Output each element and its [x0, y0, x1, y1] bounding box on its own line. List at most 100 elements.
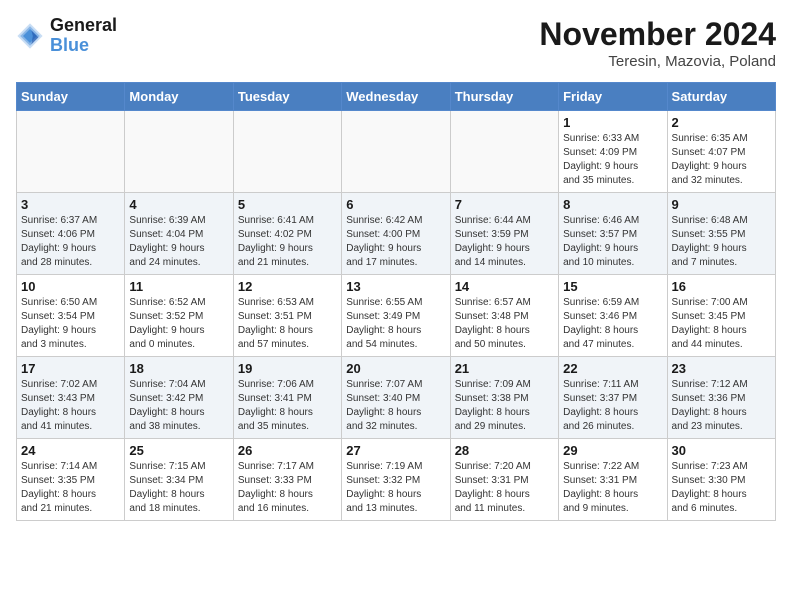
day-number: 3	[21, 197, 120, 212]
calendar-cell: 26 Sunrise: 7:17 AM Sunset: 3:33 PM Dayli…	[233, 439, 341, 521]
day-number: 10	[21, 279, 120, 294]
day-info: Sunrise: 7:00 AM Sunset: 3:45 PM Dayligh…	[672, 296, 771, 352]
calendar-cell: 12 Sunrise: 6:53 AM Sunset: 3:51 PM Dayli…	[233, 275, 341, 357]
day-info: Sunrise: 7:20 AM Sunset: 3:31 PM Dayligh…	[455, 460, 554, 516]
day-number: 4	[129, 197, 228, 212]
calendar-body: 1 Sunrise: 6:33 AM Sunset: 4:09 PM Daylig…	[17, 111, 776, 521]
day-number: 20	[346, 361, 445, 376]
weekday-header: Monday	[125, 83, 233, 111]
day-info: Sunrise: 6:53 AM Sunset: 3:51 PM Dayligh…	[238, 296, 337, 352]
weekday-header: Friday	[559, 83, 667, 111]
calendar-cell: 27 Sunrise: 7:19 AM Sunset: 3:32 PM Dayli…	[342, 439, 450, 521]
day-number: 13	[346, 279, 445, 294]
day-info: Sunrise: 6:33 AM Sunset: 4:09 PM Dayligh…	[563, 132, 662, 188]
calendar-cell: 4Sunrise: 6:39 AM Sunset: 4:04 PM Daylig…	[125, 193, 233, 275]
day-number: 2	[672, 115, 771, 130]
calendar-cell: 23 Sunrise: 7:12 AM Sunset: 3:36 PM Dayli…	[667, 357, 775, 439]
day-number: 14	[455, 279, 554, 294]
day-info: Sunrise: 6:59 AM Sunset: 3:46 PM Dayligh…	[563, 296, 662, 352]
day-info: Sunrise: 6:42 AM Sunset: 4:00 PM Dayligh…	[346, 214, 445, 270]
calendar-cell: 25Sunrise: 7:15 AM Sunset: 3:34 PM Dayli…	[125, 439, 233, 521]
calendar-cell: 11Sunrise: 6:52 AM Sunset: 3:52 PM Dayli…	[125, 275, 233, 357]
day-info: Sunrise: 7:17 AM Sunset: 3:33 PM Dayligh…	[238, 460, 337, 516]
calendar-cell: 19Sunrise: 7:06 AM Sunset: 3:41 PM Dayli…	[233, 357, 341, 439]
day-info: Sunrise: 7:04 AM Sunset: 3:42 PM Dayligh…	[129, 378, 228, 434]
day-number: 24	[21, 443, 120, 458]
day-number: 30	[672, 443, 771, 458]
day-number: 17	[21, 361, 120, 376]
day-info: Sunrise: 6:35 AM Sunset: 4:07 PM Dayligh…	[672, 132, 771, 188]
day-info: Sunrise: 6:57 AM Sunset: 3:48 PM Dayligh…	[455, 296, 554, 352]
day-number: 12	[238, 279, 337, 294]
calendar-cell: 3Sunrise: 6:37 AM Sunset: 4:06 PM Daylig…	[17, 193, 125, 275]
day-number: 6	[346, 197, 445, 212]
calendar-cell: 28 Sunrise: 7:20 AM Sunset: 3:31 PM Dayli…	[450, 439, 558, 521]
calendar-cell: 14 Sunrise: 6:57 AM Sunset: 3:48 PM Dayli…	[450, 275, 558, 357]
logo-line2: Blue	[50, 36, 117, 56]
calendar-cell: 7Sunrise: 6:44 AM Sunset: 3:59 PM Daylig…	[450, 193, 558, 275]
calendar-cell: 21Sunrise: 7:09 AM Sunset: 3:38 PM Dayli…	[450, 357, 558, 439]
day-info: Sunrise: 7:19 AM Sunset: 3:32 PM Dayligh…	[346, 460, 445, 516]
day-number: 26	[238, 443, 337, 458]
logo: General Blue	[16, 16, 117, 56]
day-info: Sunrise: 6:48 AM Sunset: 3:55 PM Dayligh…	[672, 214, 771, 270]
day-info: Sunrise: 6:50 AM Sunset: 3:54 PM Dayligh…	[21, 296, 120, 352]
day-number: 27	[346, 443, 445, 458]
calendar-cell	[450, 111, 558, 193]
calendar-cell: 22Sunrise: 7:11 AM Sunset: 3:37 PM Dayli…	[559, 357, 667, 439]
month-title: November 2024	[539, 16, 776, 53]
calendar-cell: 18 Sunrise: 7:04 AM Sunset: 3:42 PM Dayli…	[125, 357, 233, 439]
day-number: 7	[455, 197, 554, 212]
calendar-header-row: SundayMondayTuesdayWednesdayThursdayFrid…	[17, 83, 776, 111]
weekday-header: Thursday	[450, 83, 558, 111]
day-number: 16	[672, 279, 771, 294]
calendar-cell	[17, 111, 125, 193]
day-number: 5	[238, 197, 337, 212]
calendar-cell: 13Sunrise: 6:55 AM Sunset: 3:49 PM Dayli…	[342, 275, 450, 357]
calendar-cell: 5 Sunrise: 6:41 AM Sunset: 4:02 PM Daylig…	[233, 193, 341, 275]
logo-icon	[16, 22, 44, 50]
calendar-cell: 1 Sunrise: 6:33 AM Sunset: 4:09 PM Daylig…	[559, 111, 667, 193]
calendar-week-row: 3Sunrise: 6:37 AM Sunset: 4:06 PM Daylig…	[17, 193, 776, 275]
day-info: Sunrise: 7:06 AM Sunset: 3:41 PM Dayligh…	[238, 378, 337, 434]
calendar-week-row: 17 Sunrise: 7:02 AM Sunset: 3:43 PM Dayli…	[17, 357, 776, 439]
day-info: Sunrise: 7:12 AM Sunset: 3:36 PM Dayligh…	[672, 378, 771, 434]
day-info: Sunrise: 7:11 AM Sunset: 3:37 PM Dayligh…	[563, 378, 662, 434]
calendar-cell: 8Sunrise: 6:46 AM Sunset: 3:57 PM Daylig…	[559, 193, 667, 275]
calendar-cell: 15 Sunrise: 6:59 AM Sunset: 3:46 PM Dayli…	[559, 275, 667, 357]
day-info: Sunrise: 7:02 AM Sunset: 3:43 PM Dayligh…	[21, 378, 120, 434]
title-block: November 2024 Teresin, Mazovia, Poland	[539, 16, 776, 70]
day-info: Sunrise: 7:07 AM Sunset: 3:40 PM Dayligh…	[346, 378, 445, 434]
calendar-cell: 9 Sunrise: 6:48 AM Sunset: 3:55 PM Daylig…	[667, 193, 775, 275]
day-number: 11	[129, 279, 228, 294]
day-number: 28	[455, 443, 554, 458]
day-number: 1	[563, 115, 662, 130]
weekday-header: Wednesday	[342, 83, 450, 111]
calendar-cell: 29 Sunrise: 7:22 AM Sunset: 3:31 PM Dayli…	[559, 439, 667, 521]
day-info: Sunrise: 6:41 AM Sunset: 4:02 PM Dayligh…	[238, 214, 337, 270]
calendar-week-row: 10 Sunrise: 6:50 AM Sunset: 3:54 PM Dayli…	[17, 275, 776, 357]
calendar-table: SundayMondayTuesdayWednesdayThursdayFrid…	[16, 82, 776, 521]
calendar-cell	[125, 111, 233, 193]
day-number: 29	[563, 443, 662, 458]
weekday-header: Tuesday	[233, 83, 341, 111]
calendar-cell	[233, 111, 341, 193]
calendar-cell: 2 Sunrise: 6:35 AM Sunset: 4:07 PM Daylig…	[667, 111, 775, 193]
page-header: General Blue November 2024 Teresin, Mazo…	[16, 16, 776, 70]
calendar-cell: 17 Sunrise: 7:02 AM Sunset: 3:43 PM Dayli…	[17, 357, 125, 439]
calendar-cell: 24Sunrise: 7:14 AM Sunset: 3:35 PM Dayli…	[17, 439, 125, 521]
weekday-header: Sunday	[17, 83, 125, 111]
calendar-cell: 30 Sunrise: 7:23 AM Sunset: 3:30 PM Dayli…	[667, 439, 775, 521]
day-info: Sunrise: 6:46 AM Sunset: 3:57 PM Dayligh…	[563, 214, 662, 270]
day-number: 18	[129, 361, 228, 376]
day-info: Sunrise: 7:22 AM Sunset: 3:31 PM Dayligh…	[563, 460, 662, 516]
calendar-cell: 6 Sunrise: 6:42 AM Sunset: 4:00 PM Daylig…	[342, 193, 450, 275]
calendar-week-row: 24Sunrise: 7:14 AM Sunset: 3:35 PM Dayli…	[17, 439, 776, 521]
day-number: 9	[672, 197, 771, 212]
day-number: 23	[672, 361, 771, 376]
day-info: Sunrise: 7:23 AM Sunset: 3:30 PM Dayligh…	[672, 460, 771, 516]
day-number: 15	[563, 279, 662, 294]
calendar-week-row: 1 Sunrise: 6:33 AM Sunset: 4:09 PM Daylig…	[17, 111, 776, 193]
day-number: 25	[129, 443, 228, 458]
day-info: Sunrise: 7:09 AM Sunset: 3:38 PM Dayligh…	[455, 378, 554, 434]
